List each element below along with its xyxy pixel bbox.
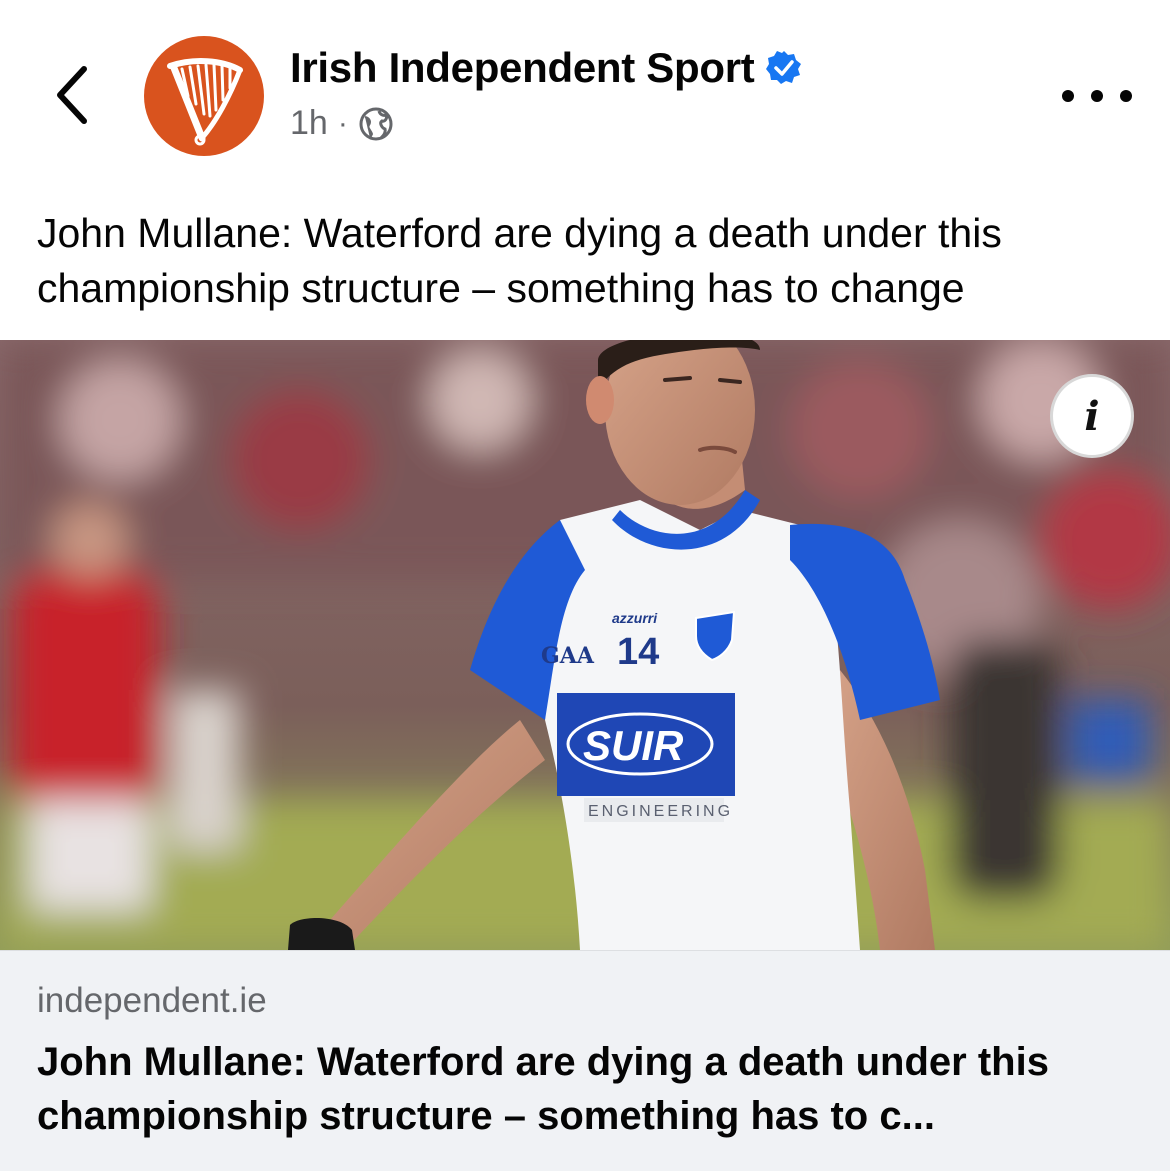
more-dot <box>1062 90 1074 102</box>
post-time[interactable]: 1h <box>290 104 328 143</box>
post-text: John Mullane: Waterford are dying a deat… <box>37 210 1002 311</box>
link-preview-image[interactable]: azzurri GAA 14 SUIR ENGINEERING <box>0 340 1170 950</box>
post-meta: 1h · <box>290 104 394 143</box>
jersey-number: 14 <box>617 631 659 673</box>
more-dot <box>1091 90 1103 102</box>
page-name[interactable]: Irish Independent Sport <box>290 44 802 92</box>
meta-separator: · <box>337 106 348 140</box>
player-photo: azzurri GAA 14 SUIR ENGINEERING <box>0 340 1170 950</box>
link-title: John Mullane: Waterford are dying a deat… <box>37 1040 1049 1138</box>
info-icon: i <box>1084 392 1100 440</box>
globe-icon[interactable] <box>358 106 394 142</box>
post-header: Irish Independent Sport 1h · <box>0 0 1170 180</box>
info-button[interactable]: i <box>1050 374 1134 458</box>
link-domain: independent.ie <box>37 981 267 1020</box>
jersey-brand: azzurri <box>612 610 658 626</box>
harp-logo <box>167 58 243 146</box>
link-preview-footer[interactable]: independent.ie John Mullane: Waterford a… <box>0 950 1170 1171</box>
back-button[interactable] <box>48 62 96 128</box>
more-options-button[interactable] <box>1062 78 1132 114</box>
more-dot <box>1120 90 1132 102</box>
page-avatar[interactable] <box>144 36 264 156</box>
verified-badge-icon <box>766 51 802 84</box>
chevron-left-icon <box>57 66 87 124</box>
jersey-sponsor: SUIR <box>583 722 684 769</box>
jersey-sponsor-sub: ENGINEERING <box>588 803 733 820</box>
page-name-text[interactable]: Irish Independent Sport <box>290 44 755 92</box>
jersey-gaa: GAA <box>541 643 595 669</box>
